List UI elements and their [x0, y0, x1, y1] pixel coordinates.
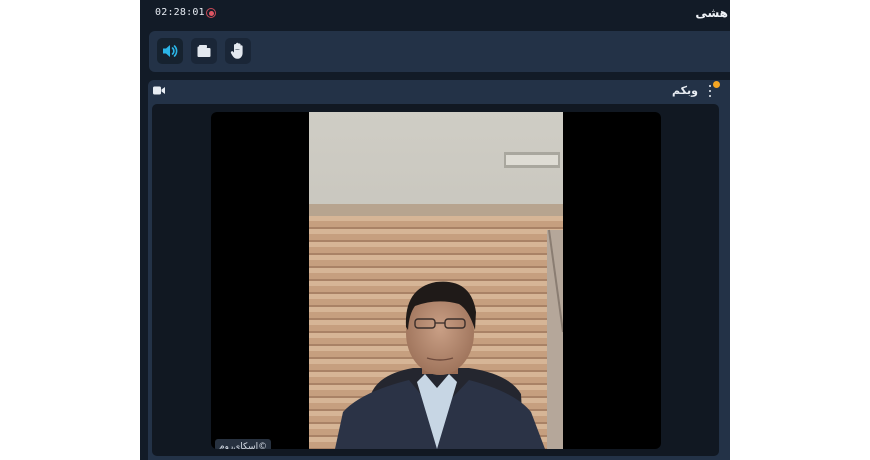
video-frame: ©اسکای‌روم [211, 112, 661, 449]
raise-hand-icon [230, 42, 243, 59]
video-area: ©اسکای‌روم [152, 104, 719, 456]
speaker-button[interactable] [157, 38, 183, 64]
panel-header: وبکم [148, 80, 730, 102]
files-button[interactable] [191, 38, 217, 64]
speaker-icon [163, 45, 178, 57]
session-timer: 02:28:01 [155, 7, 205, 18]
panel-title: وبکم [672, 84, 698, 97]
webcam-panel: وبکم [148, 80, 730, 460]
watermark-label: ©اسکای‌روم [215, 439, 272, 449]
record-icon[interactable] [206, 8, 216, 18]
notification-dot [713, 81, 720, 88]
room-title: هشی [695, 6, 728, 20]
folder-icon [197, 45, 211, 57]
toolbar [149, 31, 730, 72]
webcam-video [309, 112, 563, 449]
top-bar: 02:28:01 هشی [140, 0, 730, 28]
app-window: 02:28:01 هشی [140, 0, 730, 460]
raise-hand-button[interactable] [225, 38, 251, 64]
video-camera-icon [153, 86, 165, 95]
more-vertical-icon[interactable] [707, 85, 713, 97]
